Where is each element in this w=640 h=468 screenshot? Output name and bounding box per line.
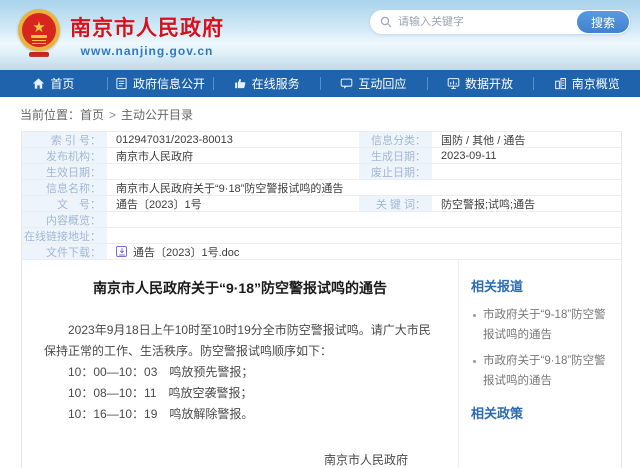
meta-value-name: 南京市人民政府关于“9·18”防空警报试鸣的通告 bbox=[107, 180, 621, 196]
bullet-dot-icon bbox=[473, 360, 476, 363]
sidebar: 相关报道 市政府关于“9-18”防空警报试鸣的通告 市政府关于“9·18”防空警… bbox=[459, 260, 621, 468]
nav-item-label: 首页 bbox=[50, 75, 74, 92]
breadcrumb-home-link[interactable]: 首页 bbox=[80, 108, 104, 122]
siren-schedule-line: 10：16—10：19 鸣放解除警报。 bbox=[44, 404, 436, 425]
download-icon bbox=[116, 246, 127, 257]
content-columns: 南京市人民政府关于“9·18”防空警报试鸣的通告 2023年9月18日上午10时… bbox=[22, 260, 621, 468]
article-title: 南京市人民政府关于“9·18”防空警报试鸣的通告 bbox=[44, 278, 436, 298]
main-nav: 首页 政府信息公开 在线服务 互动回应 数据 bbox=[0, 70, 640, 97]
site-url: www.nanjing.gov.cn bbox=[70, 44, 224, 58]
meta-value-docnum: 通告〔2023〕1号 bbox=[107, 196, 359, 212]
breadcrumb-current: 主动公开目录 bbox=[121, 108, 193, 122]
site-title: 南京市人民政府 bbox=[70, 12, 224, 42]
site-brand[interactable]: ★ 南京市人民政府 www.nanjing.gov.cn bbox=[16, 6, 224, 58]
meta-label-category: 信息分类： bbox=[359, 132, 432, 148]
meta-value-effective bbox=[107, 164, 359, 180]
thumbs-up-icon bbox=[234, 77, 247, 90]
meta-label-keyword: 关 键 词： bbox=[359, 196, 432, 212]
nav-item-open-data[interactable]: 数据开放 bbox=[427, 70, 534, 97]
search-input[interactable] bbox=[392, 16, 577, 28]
info-folder-icon bbox=[115, 77, 128, 90]
meta-label-summary: 内容概览： bbox=[22, 212, 107, 228]
document-meta-table: 索 引 号： 012947031/2023-80013 信息分类： 国防 / 其… bbox=[22, 131, 621, 260]
meta-value-keyword: 防空警报;试鸣;通告 bbox=[432, 196, 621, 212]
brand-text: 南京市人民政府 www.nanjing.gov.cn bbox=[70, 6, 224, 58]
meta-value-created: 2023-09-11 bbox=[432, 148, 621, 164]
file-download-cell: 通告〔2023〕1号.doc bbox=[107, 244, 621, 260]
meta-label-index: 索 引 号： bbox=[22, 132, 107, 148]
search-icon bbox=[380, 16, 392, 28]
meta-label-download: 文件下载： bbox=[22, 244, 107, 260]
related-policy-heading[interactable]: 相关政策 bbox=[471, 403, 613, 422]
nav-item-home[interactable]: 首页 bbox=[0, 70, 107, 97]
meta-label-created: 生成日期： bbox=[359, 148, 432, 164]
nav-item-gov-info[interactable]: 政府信息公开 bbox=[107, 70, 214, 97]
article: 南京市人民政府关于“9·18”防空警报试鸣的通告 2023年9月18日上午10时… bbox=[22, 260, 459, 468]
meta-label-name: 信息名称： bbox=[22, 180, 107, 196]
related-news-list: 市政府关于“9-18”防空警报试鸣的通告 市政府关于“9·18”防空警报试鸣的通… bbox=[471, 305, 613, 391]
breadcrumb: 当前位置：首页 > 主动公开目录 bbox=[0, 97, 640, 131]
meta-value-index: 012947031/2023-80013 bbox=[107, 132, 359, 148]
meta-label-publisher: 发布机构： bbox=[22, 148, 107, 164]
home-icon bbox=[32, 77, 45, 90]
nav-item-interaction[interactable]: 互动回应 bbox=[320, 70, 427, 97]
related-news-heading[interactable]: 相关报道 bbox=[471, 276, 613, 295]
city-building-icon bbox=[554, 77, 567, 90]
nav-item-overview[interactable]: 南京概览 bbox=[533, 70, 640, 97]
national-emblem-icon: ★ bbox=[16, 7, 62, 57]
search-bar: 搜索 bbox=[370, 10, 630, 34]
meta-label-docnum: 文 号： bbox=[22, 196, 107, 212]
meta-label-link: 在线链接地址： bbox=[22, 228, 107, 244]
download-file-link[interactable]: 通告〔2023〕1号.doc bbox=[133, 244, 239, 260]
meta-label-expire: 废止日期： bbox=[359, 164, 432, 180]
signature-org: 南京市人民政府 bbox=[44, 451, 408, 468]
meta-value-link bbox=[107, 228, 621, 244]
content-container: 索 引 号： 012947031/2023-80013 信息分类： 国防 / 其… bbox=[21, 131, 622, 468]
nav-item-online-service[interactable]: 在线服务 bbox=[213, 70, 320, 97]
meta-value-publisher: 南京市人民政府 bbox=[107, 148, 359, 164]
chat-bubble-icon bbox=[340, 77, 353, 90]
nav-item-label: 在线服务 bbox=[252, 75, 300, 92]
related-news-item[interactable]: 市政府关于“9·18”防空警报试鸣的通告 bbox=[471, 351, 613, 391]
meta-value-expire bbox=[432, 164, 621, 180]
nav-item-label: 数据开放 bbox=[465, 75, 513, 92]
article-paragraph: 2023年9月18日上午10时至10时19分全市防空警报试鸣。请广大市民保持正常… bbox=[44, 320, 436, 362]
breadcrumb-prefix: 当前位置： bbox=[20, 108, 80, 122]
related-news-item-text: 市政府关于“9·18”防空警报试鸣的通告 bbox=[483, 351, 613, 391]
site-header: ★ 南京市人民政府 www.nanjing.gov.cn 搜索 bbox=[0, 0, 640, 70]
meta-value-summary bbox=[107, 212, 621, 228]
siren-schedule-line: 10：08—10：11 鸣放空袭警报； bbox=[44, 383, 436, 404]
article-signature-block: 南京市人民政府 2023年9月11日 bbox=[44, 451, 436, 468]
data-monitor-icon bbox=[447, 77, 460, 90]
meta-value-category: 国防 / 其他 / 通告 bbox=[432, 132, 621, 148]
bullet-dot-icon bbox=[473, 314, 476, 317]
related-news-item-text: 市政府关于“9-18”防空警报试鸣的通告 bbox=[483, 305, 613, 345]
nav-item-label: 南京概览 bbox=[572, 75, 620, 92]
siren-schedule-line: 10：00—10：03 鸣放预先警报； bbox=[44, 362, 436, 383]
related-news-item[interactable]: 市政府关于“9-18”防空警报试鸣的通告 bbox=[471, 305, 613, 345]
meta-label-effective: 生效日期： bbox=[22, 164, 107, 180]
nav-item-label: 互动回应 bbox=[358, 75, 406, 92]
search-button[interactable]: 搜索 bbox=[577, 11, 629, 33]
breadcrumb-separator: > bbox=[109, 108, 116, 122]
nav-item-label: 政府信息公开 bbox=[133, 75, 205, 92]
